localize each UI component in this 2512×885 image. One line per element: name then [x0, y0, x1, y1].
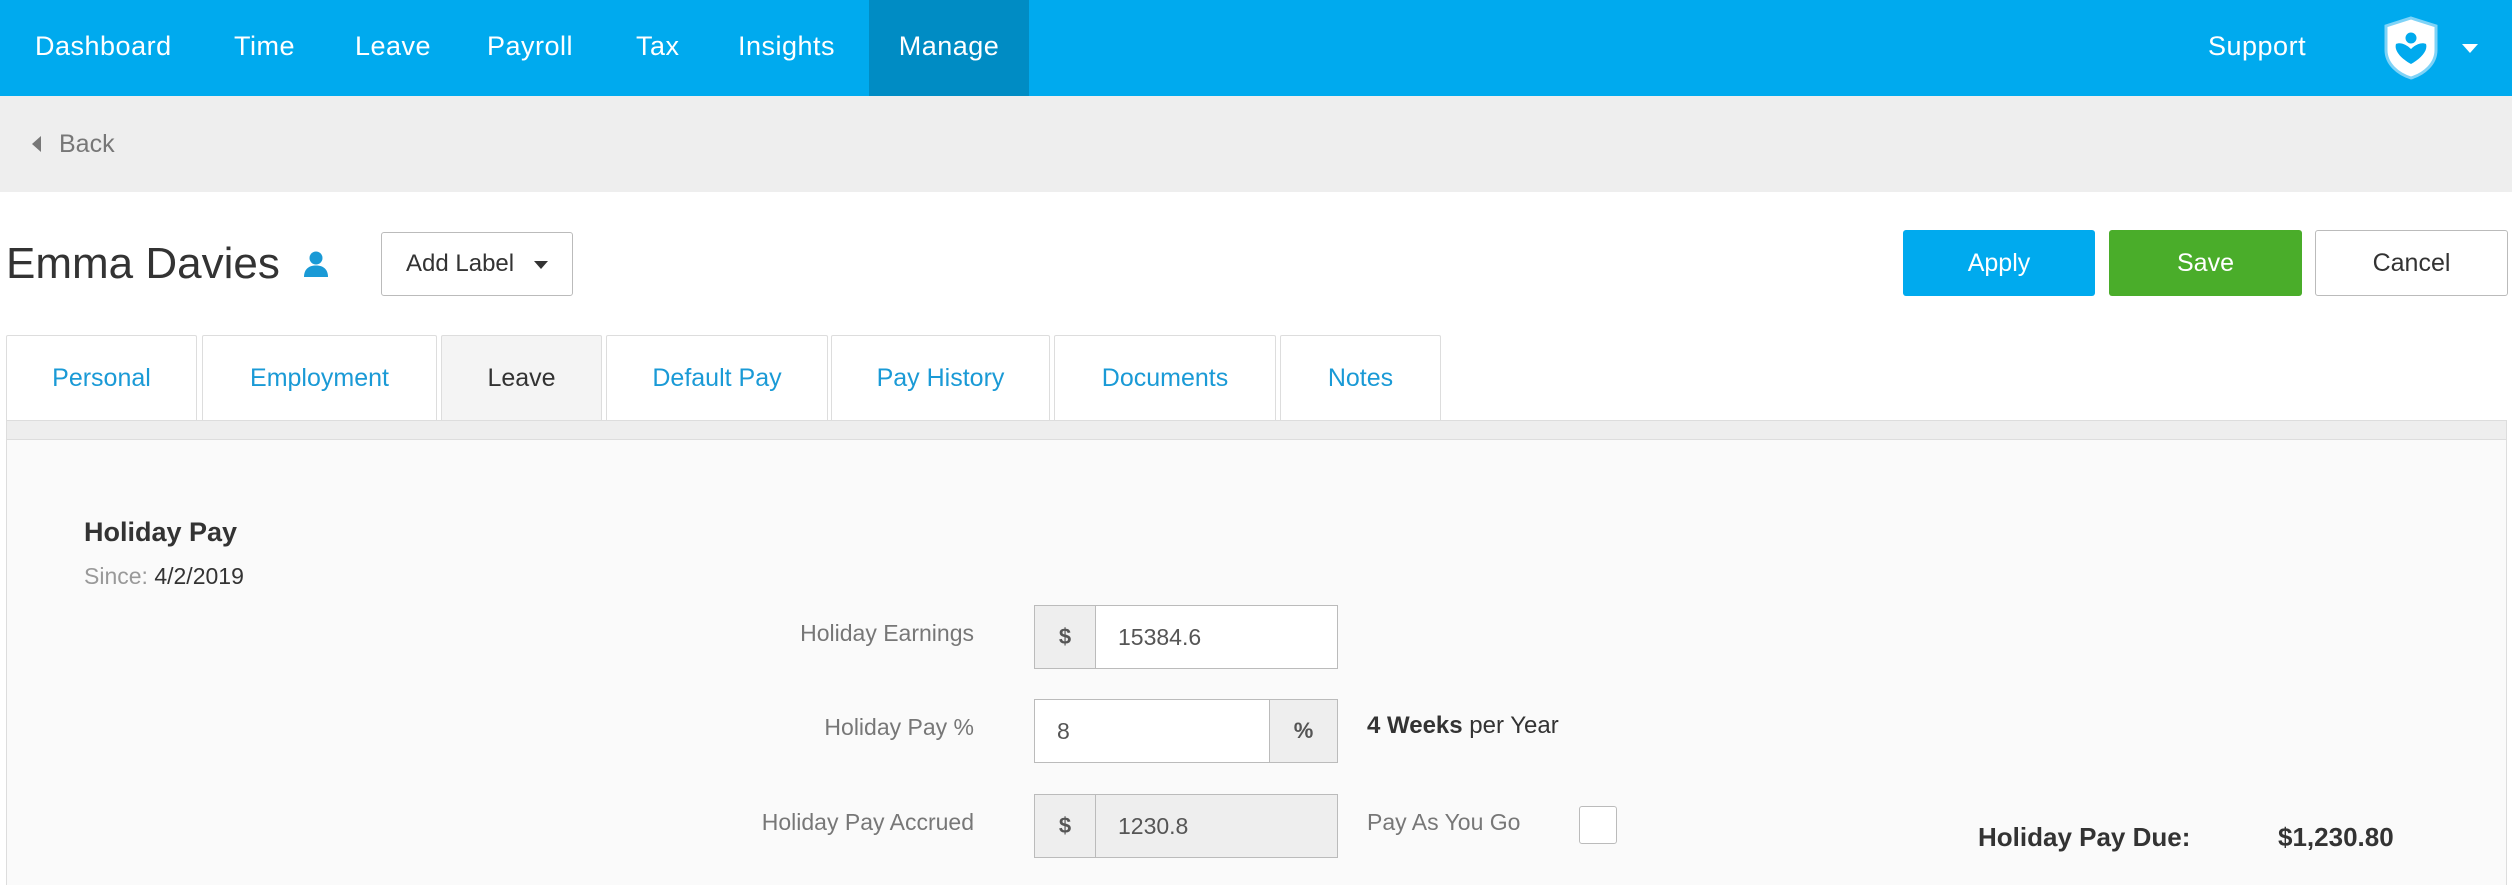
- apply-button[interactable]: Apply: [1903, 230, 2095, 296]
- tab-documents[interactable]: Documents: [1054, 335, 1276, 421]
- add-label-dropdown[interactable]: Add Label: [381, 232, 573, 296]
- panel-header-strip: [6, 420, 2507, 440]
- holiday-pay-due-label: Holiday Pay Due:: [1978, 822, 2191, 852]
- nav-payroll[interactable]: Payroll: [487, 0, 573, 96]
- pay-as-you-go-label: Pay As You Go: [1367, 809, 1521, 835]
- holiday-pay-pct-label: Holiday Pay %: [824, 714, 974, 740]
- shield-heart-icon[interactable]: [2382, 16, 2440, 80]
- tab-notes[interactable]: Notes: [1280, 335, 1441, 421]
- nav-dashboard[interactable]: Dashboard: [35, 0, 172, 96]
- back-link[interactable]: Back: [32, 126, 115, 162]
- save-button[interactable]: Save: [2109, 230, 2302, 296]
- since-label: Since:: [84, 563, 148, 589]
- pct-suffix-addon: %: [1269, 699, 1338, 763]
- tab-default-pay[interactable]: Default Pay: [606, 335, 828, 421]
- tab-employment[interactable]: Employment: [202, 335, 437, 421]
- nav-time[interactable]: Time: [234, 0, 295, 96]
- nav-leave[interactable]: Leave: [355, 0, 431, 96]
- employee-name: Emma Davies: [6, 239, 280, 288]
- earnings-currency-addon: $: [1034, 605, 1096, 669]
- holiday-pay-pct-input[interactable]: 8: [1034, 699, 1270, 763]
- nav-insights[interactable]: Insights: [738, 0, 835, 96]
- back-label: Back: [59, 129, 115, 158]
- weeks-per-year: 4 Weeks per Year: [1367, 712, 1559, 740]
- caret-down-icon: [534, 261, 548, 269]
- holiday-pay-due-value: $1,230.80: [2278, 822, 2394, 852]
- since-value: 4/2/2019: [154, 563, 244, 589]
- section-title: Holiday Pay: [84, 517, 238, 547]
- caret-left-icon: [32, 136, 41, 152]
- top-nav: Dashboard Time Leave Payroll Tax Insight…: [0, 0, 2512, 96]
- accrued-currency-addon: $: [1034, 794, 1096, 858]
- tab-personal[interactable]: Personal: [6, 335, 197, 421]
- back-bar: Back: [0, 96, 2512, 192]
- cancel-button[interactable]: Cancel: [2315, 230, 2508, 296]
- nav-manage[interactable]: Manage: [869, 0, 1029, 96]
- weeks-value: 4 Weeks: [1367, 712, 1463, 739]
- person-icon[interactable]: [302, 250, 330, 278]
- since-line: Since: 4/2/2019: [84, 563, 244, 590]
- tab-leave[interactable]: Leave: [441, 335, 602, 421]
- holiday-pay-accrued-input: 1230.8: [1095, 794, 1338, 858]
- pay-as-you-go-checkbox[interactable]: [1579, 806, 1617, 844]
- holiday-earnings-label: Holiday Earnings: [800, 620, 974, 646]
- holiday-earnings-input[interactable]: 15384.6: [1095, 605, 1338, 669]
- weeks-unit: per Year: [1469, 712, 1559, 739]
- holiday-pay-accrued-label: Holiday Pay Accrued: [761, 809, 974, 835]
- account-dropdown-caret-icon[interactable]: [2462, 44, 2478, 53]
- tab-pay-history[interactable]: Pay History: [831, 335, 1050, 421]
- add-label-text: Add Label: [406, 250, 515, 277]
- nav-tax[interactable]: Tax: [636, 0, 680, 96]
- nav-support[interactable]: Support: [2208, 0, 2306, 96]
